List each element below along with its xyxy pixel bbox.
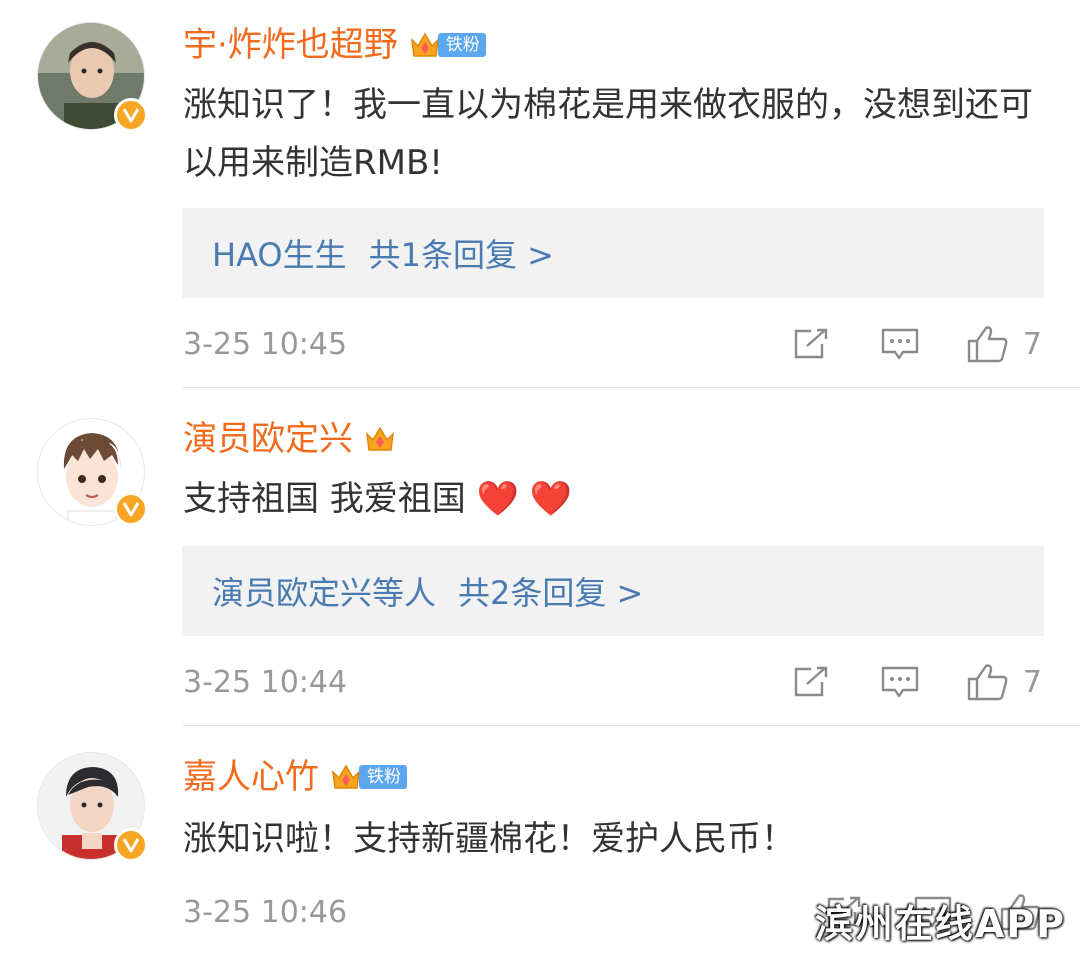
username-text[interactable]: 宇·炸炸也超野 — [183, 25, 398, 65]
comment-username[interactable]: 嘉人心竹 铁粉 — [183, 757, 407, 797]
comment-button[interactable] — [881, 327, 919, 361]
comment-icon — [881, 328, 919, 360]
username-text[interactable]: 演员欧定兴 — [183, 419, 353, 459]
thumbs-up-icon — [967, 326, 1008, 363]
comment-time: 3-25 10:45 — [183, 326, 348, 362]
crown-badge-icon — [410, 32, 439, 57]
watermark: 滨州在线APP — [814, 902, 1066, 946]
like-count: 7 — [1022, 664, 1042, 700]
share-edit-icon — [794, 666, 828, 697]
crown-badge-icon — [331, 764, 361, 789]
reply-summary[interactable]: 演员欧定兴等人 共2条回复 > — [182, 546, 1044, 636]
comment-text: 涨知识啦！支持新疆棉花！爱护人民币！ — [183, 819, 795, 859]
fan-badge: 铁粉 — [359, 765, 407, 789]
comment-meta: 3-25 10:45 7 — [183, 324, 1042, 364]
verified-v-icon — [114, 98, 148, 132]
comment-text: 涨知识了！我一直以为棉花是用来做衣服的，没想到还可以用来制造RMB! — [183, 85, 1033, 183]
fan-badge: 铁粉 — [437, 33, 486, 57]
reply-count[interactable]: 共1条回复 > — [369, 230, 554, 276]
share-button[interactable] — [793, 328, 829, 360]
like-count: 7 — [1022, 326, 1042, 362]
reply-summary[interactable]: HAO生生 共1条回复 > — [182, 208, 1044, 298]
reply-who[interactable]: 演员欧定兴等人 — [212, 568, 436, 614]
comment-text: 支持祖国 我爱祖国 ❤️ ❤️ — [183, 479, 573, 519]
verified-v-icon — [114, 492, 148, 526]
share-edit-icon — [794, 328, 828, 359]
thumbs-up-icon — [967, 664, 1008, 701]
comment-time: 3-25 10:44 — [183, 664, 348, 700]
reply-count[interactable]: 共2条回复 > — [458, 568, 643, 614]
reply-who[interactable]: HAO生生 — [212, 230, 347, 276]
comment-icon — [881, 666, 919, 698]
comment-username[interactable]: 宇·炸炸也超野 铁粉 — [183, 25, 486, 65]
verified-v-icon — [114, 828, 148, 862]
username-text[interactable]: 嘉人心竹 — [183, 757, 319, 797]
comment-meta: 3-25 10:44 7 — [183, 662, 1042, 702]
comment-time: 3-25 10:46 — [183, 894, 348, 930]
comment-item: 演员欧定兴 支持祖国 我爱祖国 ❤️ ❤️ 演员欧定兴等人 共2条回复 > 3-… — [0, 388, 1080, 726]
comment-button[interactable] — [881, 665, 919, 699]
like-button[interactable]: 7 — [967, 325, 1042, 363]
comment-item: 宇·炸炸也超野 铁粉 涨知识了！我一直以为棉花是用来做衣服的，没想到还可以用来制… — [0, 0, 1080, 388]
share-button[interactable] — [793, 666, 829, 698]
comment-username[interactable]: 演员欧定兴 — [183, 419, 397, 459]
like-button[interactable]: 7 — [967, 663, 1042, 701]
crown-badge-icon — [365, 426, 395, 451]
